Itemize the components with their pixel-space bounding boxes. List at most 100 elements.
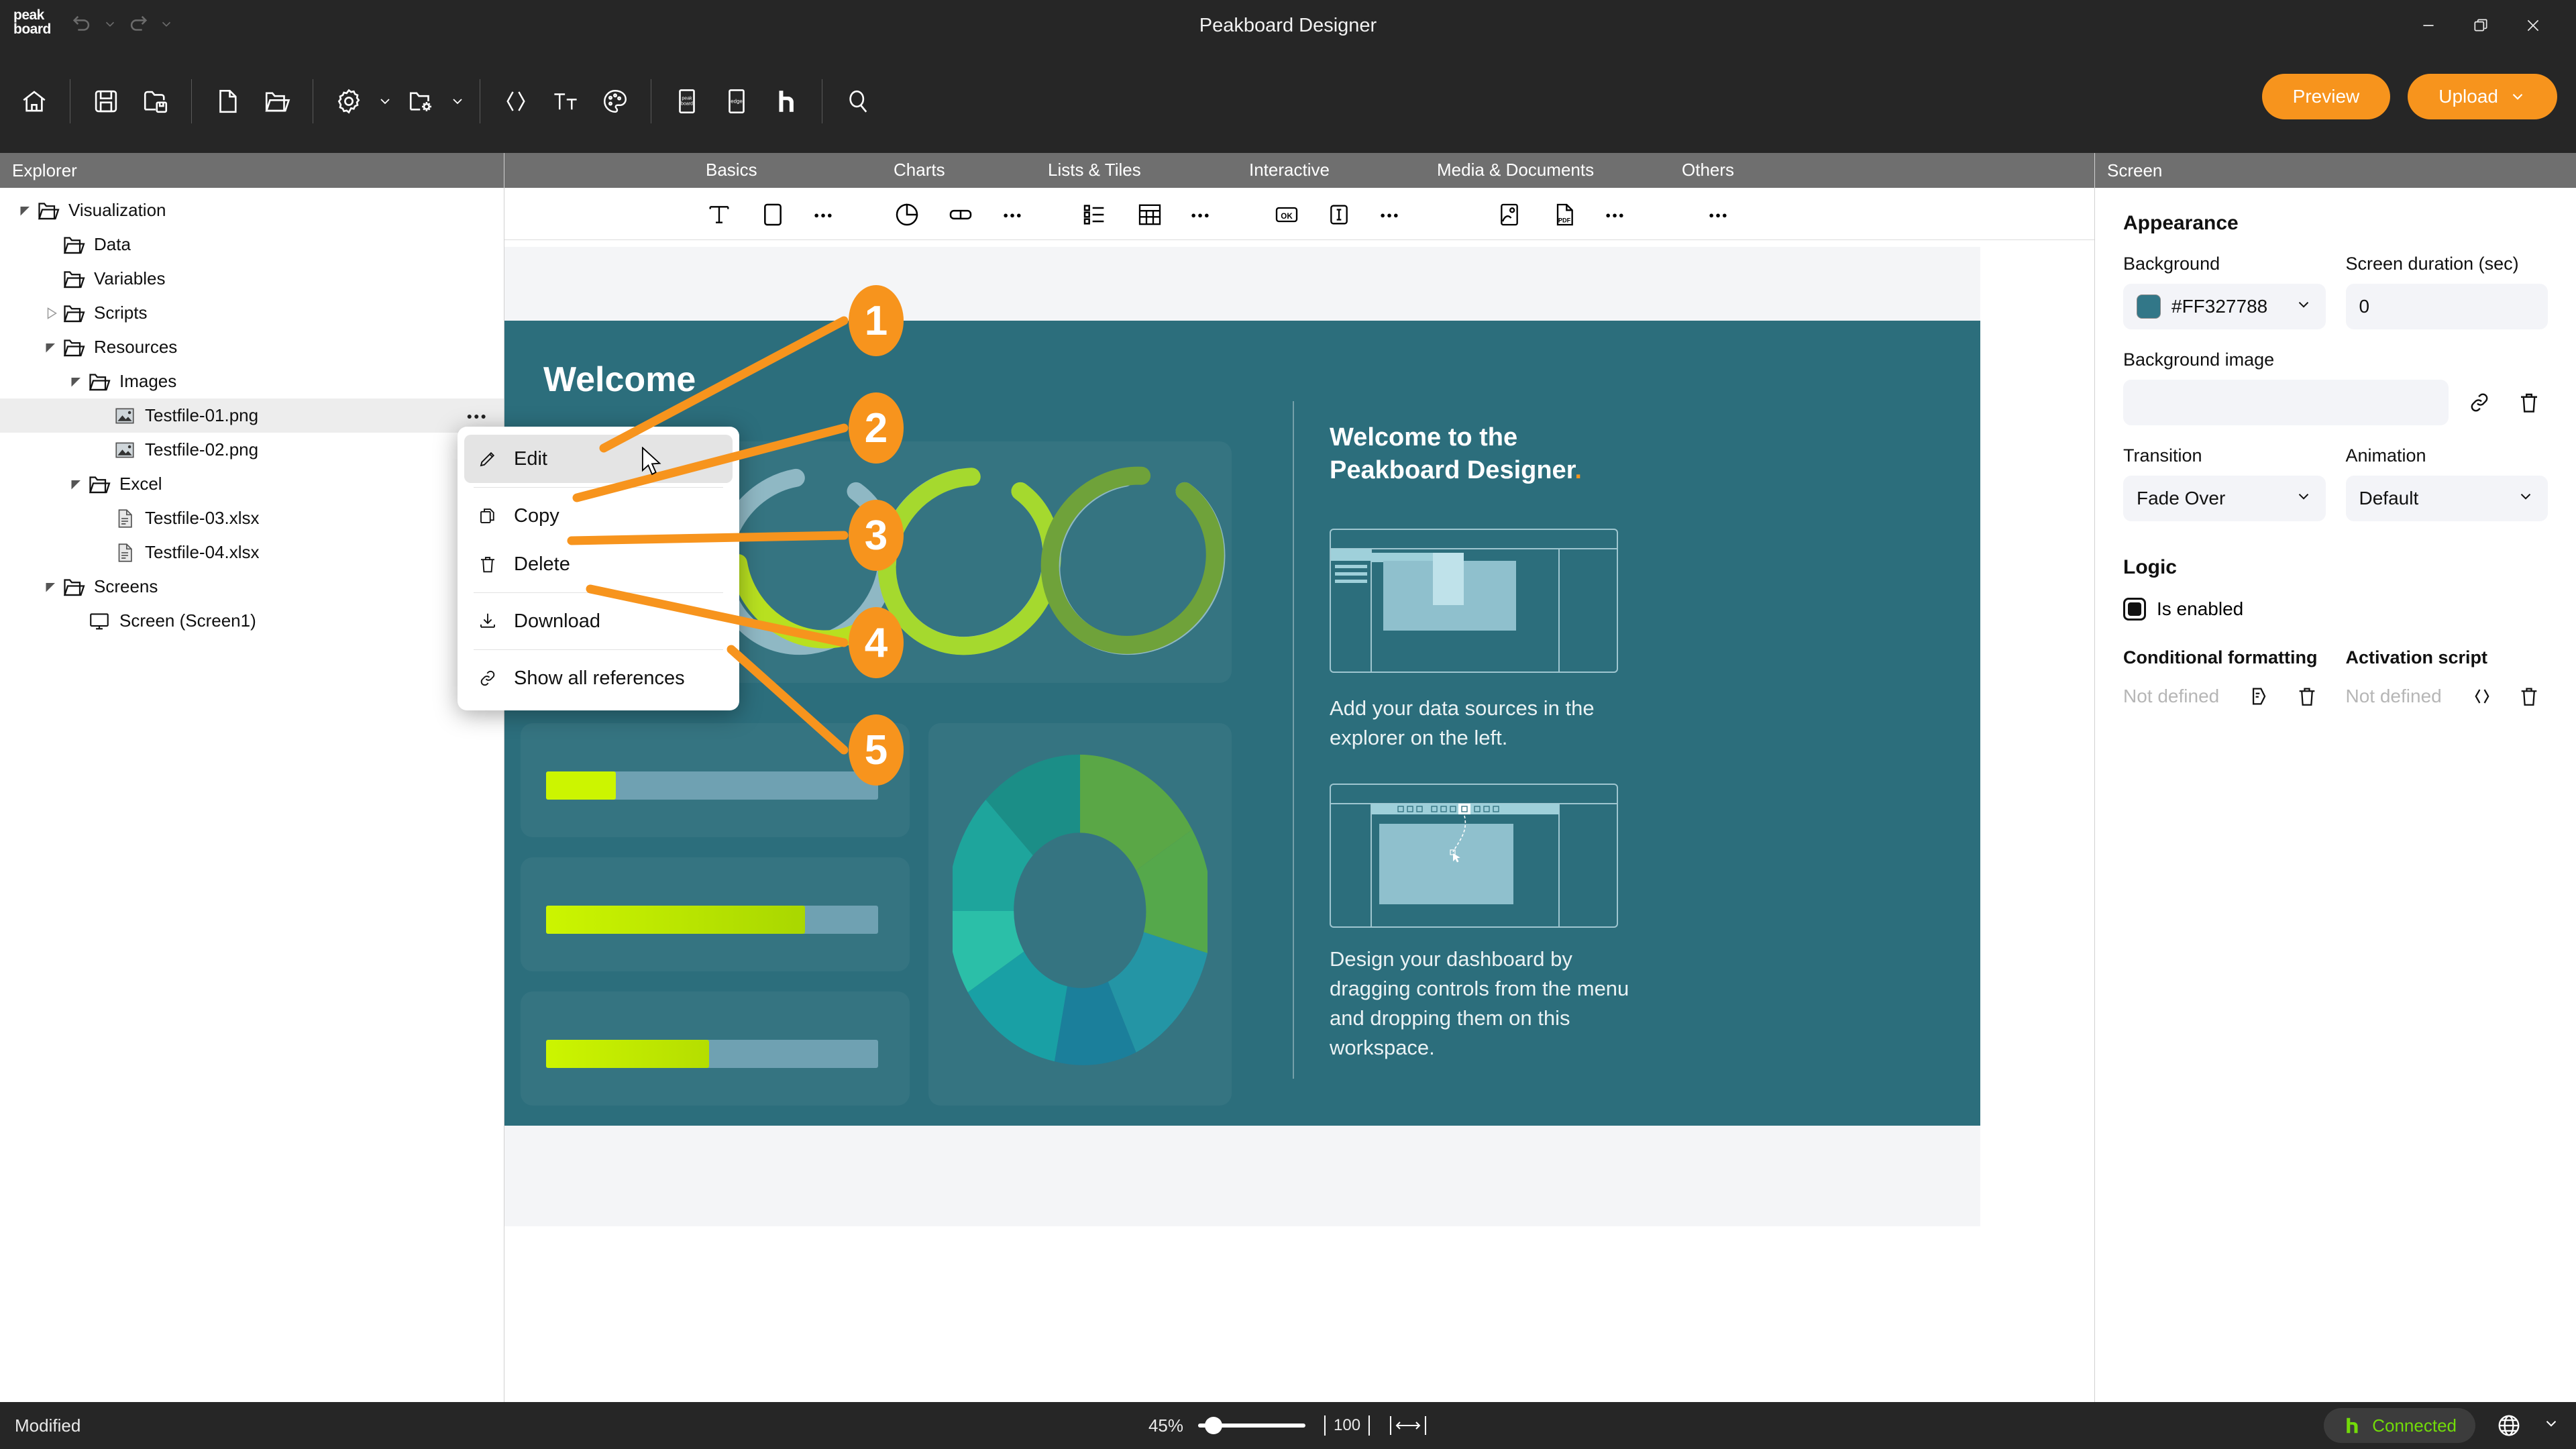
app-window: peak board Peakboard Designer peak board…	[0, 0, 2576, 1449]
is-enabled-row[interactable]: Is enabled	[2123, 598, 2548, 621]
gauge-chart-icon[interactable]	[942, 196, 979, 233]
save-icon[interactable]	[81, 76, 131, 126]
transition-chevron-down-icon[interactable]	[2295, 488, 2312, 510]
code-icon[interactable]	[491, 76, 541, 126]
image-file-icon	[111, 405, 138, 427]
tree-item-data[interactable]: Data	[0, 227, 504, 262]
canvas-scroll-area[interactable]: Welcome Welcome to the Peakboard Designe…	[504, 240, 2094, 1402]
edge-device-icon[interactable]: edge	[712, 76, 761, 126]
new-file-icon[interactable]	[203, 76, 252, 126]
zoom-slider-knob[interactable]	[1205, 1417, 1222, 1434]
edit-activation-script-code-icon[interactable]	[2463, 678, 2501, 715]
peakboard-hub-icon[interactable]	[761, 76, 811, 126]
palette-category-basics[interactable]: Basics	[706, 160, 757, 180]
animation-chevron-down-icon[interactable]	[2517, 488, 2534, 510]
transition-select[interactable]: Fade Over	[2123, 476, 2326, 521]
connection-status-badge[interactable]: Connected	[2324, 1408, 2475, 1443]
project-settings-chevron-down-icon[interactable]	[446, 76, 469, 126]
tree-item-testfile-04-xlsx[interactable]: Testfile-04.xlsx	[0, 535, 504, 570]
language-chevron-down-icon[interactable]	[2542, 1415, 2560, 1437]
context-menu-item-copy[interactable]: Copy	[464, 492, 733, 540]
more-lists-icon[interactable]: ●●●	[1182, 196, 1220, 233]
tree-item-more-options-icon[interactable]: ●●●	[467, 411, 488, 421]
delete-conditional-formatting-trash-icon[interactable]	[2288, 678, 2326, 715]
palette-category-interactive[interactable]: Interactive	[1249, 160, 1330, 180]
delete-activation-script-trash-icon[interactable]	[2510, 678, 2548, 715]
open-folder-icon[interactable]	[252, 76, 302, 126]
project-settings-icon[interactable]	[396, 76, 446, 126]
restore-icon[interactable]	[2457, 9, 2505, 42]
palette-icon[interactable]	[590, 76, 640, 126]
tree-item-variables[interactable]: Variables	[0, 262, 504, 296]
zoom-100-button[interactable]: 100	[1320, 1414, 1374, 1437]
tree-item-testfile-02-png[interactable]: Testfile-02.png	[0, 433, 504, 467]
twisty-expanded-icon[interactable]	[16, 205, 35, 217]
context-menu-item-download[interactable]: Download	[464, 597, 733, 645]
is-enabled-checkbox[interactable]	[2123, 598, 2146, 621]
table-control-icon[interactable]	[1131, 196, 1169, 233]
tree-item-label: Visualization	[68, 200, 166, 220]
tree-item-excel[interactable]: Excel	[0, 467, 504, 501]
zoom-slider[interactable]	[1198, 1417, 1305, 1434]
more-media-icon[interactable]: ●●●	[1597, 196, 1634, 233]
context-menu-item-show-all-references[interactable]: Show all references	[464, 654, 733, 702]
palette-category-lists-tiles[interactable]: Lists & Tiles	[1048, 160, 1141, 180]
animation-select[interactable]: Default	[2345, 476, 2548, 521]
search-icon[interactable]	[833, 76, 883, 126]
twisty-expanded-icon[interactable]	[67, 478, 86, 490]
save-as-icon[interactable]	[131, 76, 180, 126]
edit-conditional-formatting-icon[interactable]	[2241, 678, 2279, 715]
upload-button[interactable]: Upload	[2408, 74, 2557, 119]
image-control-icon[interactable]	[1491, 196, 1528, 233]
more-others-icon[interactable]: ●●●	[1700, 196, 1737, 233]
settings-chevron-down-icon[interactable]	[374, 76, 396, 126]
text-control-icon[interactable]	[700, 196, 738, 233]
peakboard-device-icon[interactable]: peak board	[662, 76, 712, 126]
document-file-icon	[111, 507, 138, 530]
explorer-tree[interactable]: Visualization Data Variables Scripts Resourc…	[0, 188, 504, 1402]
twisty-expanded-icon[interactable]	[42, 581, 60, 593]
palette-category-charts[interactable]: Charts	[894, 160, 945, 180]
twisty-expanded-icon[interactable]	[67, 376, 86, 388]
background-image-input[interactable]	[2123, 380, 2449, 425]
tree-item-scripts[interactable]: Scripts	[0, 296, 504, 330]
tree-item-resources[interactable]: Resources	[0, 330, 504, 364]
settings-gear-icon[interactable]	[324, 76, 374, 126]
input-control-icon[interactable]	[1320, 196, 1358, 233]
twisty-expanded-icon[interactable]	[42, 341, 60, 354]
rectangle-control-icon[interactable]	[754, 196, 792, 233]
button-control-icon[interactable]: OK	[1268, 196, 1305, 233]
close-icon[interactable]	[2509, 9, 2557, 42]
tree-item-testfile-03-xlsx[interactable]: Testfile-03.xlsx	[0, 501, 504, 535]
more-charts-icon[interactable]: ●●●	[994, 196, 1032, 233]
file-context-menu[interactable]: Edit Copy Delete Download Show all reference…	[458, 427, 739, 710]
delete-background-image-trash-icon[interactable]	[2510, 384, 2548, 421]
fit-width-icon[interactable]	[1389, 1414, 1428, 1437]
tree-item-visualization[interactable]: Visualization	[0, 193, 504, 227]
font-icon[interactable]	[541, 76, 590, 126]
tree-item-screen-screen1[interactable]: Screen (Screen1)	[0, 604, 504, 638]
control-palette[interactable]: ●●● ●●● ●●● OK ●●● PDF ●●● ●●●	[504, 188, 2094, 240]
background-color-select[interactable]: #FF327788	[2123, 284, 2326, 329]
pdf-control-icon[interactable]: PDF	[1546, 196, 1583, 233]
link-icon[interactable]	[2461, 384, 2498, 421]
background-chevron-down-icon[interactable]	[2295, 296, 2312, 318]
palette-category-others[interactable]: Others	[1682, 160, 1734, 180]
tree-item-images[interactable]: Images	[0, 364, 504, 398]
screen-duration-input[interactable]: 0	[2345, 284, 2548, 329]
home-icon[interactable]	[9, 76, 59, 126]
pie-chart-icon[interactable]	[888, 196, 926, 233]
twisty-collapsed-icon[interactable]	[42, 307, 60, 319]
list-control-icon[interactable]	[1076, 196, 1114, 233]
palette-category-media-documents[interactable]: Media & Documents	[1437, 160, 1594, 180]
context-menu-item-edit[interactable]: Edit	[464, 435, 733, 483]
minimize-icon[interactable]	[2404, 9, 2453, 42]
more-basics-icon[interactable]: ●●●	[805, 196, 843, 233]
more-interactive-icon[interactable]: ●●●	[1371, 196, 1409, 233]
context-menu-item-delete[interactable]: Delete	[464, 540, 733, 588]
tree-item-screens[interactable]: Screens	[0, 570, 504, 604]
globe-icon[interactable]	[2490, 1407, 2528, 1444]
preview-button[interactable]: Preview	[2261, 74, 2391, 119]
design-canvas[interactable]: Welcome Welcome to the Peakboard Designe…	[504, 247, 1980, 1226]
tree-item-testfile-01-png[interactable]: Testfile-01.png ●●●	[0, 398, 504, 433]
